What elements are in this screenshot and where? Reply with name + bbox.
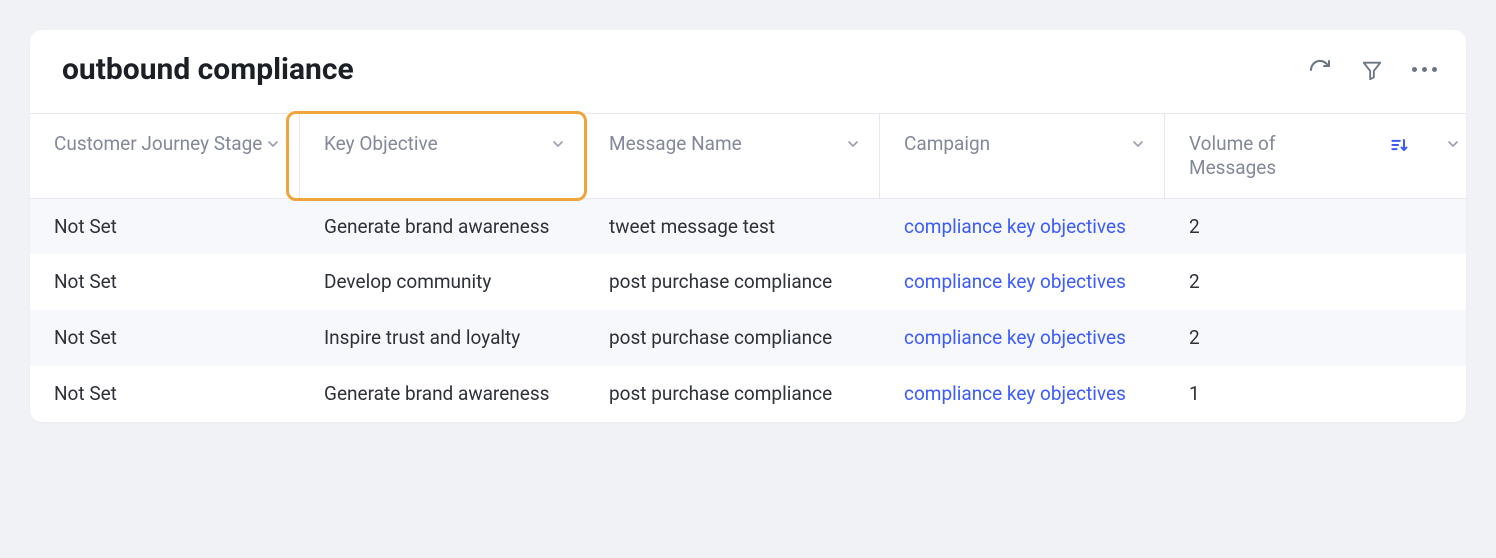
cell-stage: Not Set (30, 254, 300, 310)
cell-empty (1375, 266, 1466, 298)
column-label: Campaign (904, 132, 990, 156)
chevron-down-icon (550, 136, 566, 156)
cell-volume: 1 (1165, 366, 1375, 422)
cell-objective: Inspire trust and loyalty (300, 310, 585, 366)
cell-campaign: compliance key objectives (880, 310, 1165, 366)
column-header-key-objective[interactable]: Key Objective (300, 114, 585, 198)
cell-empty (1375, 322, 1466, 354)
cell-empty (1375, 210, 1466, 242)
cell-message: tweet message test (585, 199, 880, 255)
highlight-annotation (286, 111, 587, 201)
cell-stage: Not Set (30, 199, 300, 255)
column-label: Volume of Messages (1189, 132, 1357, 180)
data-table: Customer Journey Stage Key Objective Mes… (30, 113, 1466, 422)
campaign-link[interactable]: compliance key objectives (904, 270, 1126, 293)
cell-campaign: compliance key objectives (880, 254, 1165, 310)
column-header-customer-journey-stage[interactable]: Customer Journey Stage (30, 114, 300, 198)
cell-objective: Develop community (300, 254, 585, 310)
campaign-link[interactable]: compliance key objectives (904, 215, 1126, 238)
column-label: Key Objective (324, 132, 438, 156)
sort-descending-icon (1389, 135, 1409, 159)
column-label: Message Name (609, 132, 742, 156)
cell-volume: 2 (1165, 310, 1375, 366)
cell-objective: Generate brand awareness (300, 366, 585, 422)
chevron-down-icon (1445, 136, 1461, 156)
campaign-link[interactable]: compliance key objectives (904, 382, 1126, 405)
cell-volume: 2 (1165, 199, 1375, 255)
cell-campaign: compliance key objectives (880, 199, 1165, 255)
table-body: Not SetGenerate brand awarenesstweet mes… (30, 199, 1466, 422)
refresh-icon[interactable] (1306, 56, 1334, 84)
cell-stage: Not Set (30, 366, 300, 422)
campaign-link[interactable]: compliance key objectives (904, 326, 1126, 349)
cell-message: post purchase compliance (585, 310, 880, 366)
cell-campaign: compliance key objectives (880, 366, 1165, 422)
table-row: Not SetDevelop communitypost purchase co… (30, 254, 1466, 310)
cell-message: post purchase compliance (585, 366, 880, 422)
chevron-down-icon (845, 136, 861, 156)
report-card: outbound compliance (30, 30, 1466, 422)
column-header-message-name[interactable]: Message Name (585, 114, 880, 198)
column-header-campaign[interactable]: Campaign (880, 114, 1165, 198)
cell-objective: Generate brand awareness (300, 199, 585, 255)
more-actions-icon[interactable] (1410, 56, 1438, 84)
column-header-volume-of-messages[interactable]: Volume of Messages (1165, 114, 1375, 198)
table-row: Not SetGenerate brand awarenesstweet mes… (30, 199, 1466, 255)
column-label: Customer Journey Stage (54, 132, 262, 156)
cell-empty (1375, 378, 1466, 410)
filter-icon[interactable] (1358, 56, 1386, 84)
cell-stage: Not Set (30, 310, 300, 366)
table-header-row: Customer Journey Stage Key Objective Mes… (30, 113, 1466, 199)
chevron-down-icon (265, 136, 281, 156)
cell-message: post purchase compliance (585, 254, 880, 310)
page-title: outbound compliance (62, 52, 354, 87)
table-row: Not SetInspire trust and loyaltypost pur… (30, 310, 1466, 366)
chevron-down-icon (1130, 136, 1146, 156)
column-header-sort[interactable] (1375, 114, 1466, 198)
card-header: outbound compliance (30, 30, 1466, 113)
cell-volume: 2 (1165, 254, 1375, 310)
card-actions (1306, 56, 1438, 84)
table-row: Not SetGenerate brand awarenesspost purc… (30, 366, 1466, 422)
